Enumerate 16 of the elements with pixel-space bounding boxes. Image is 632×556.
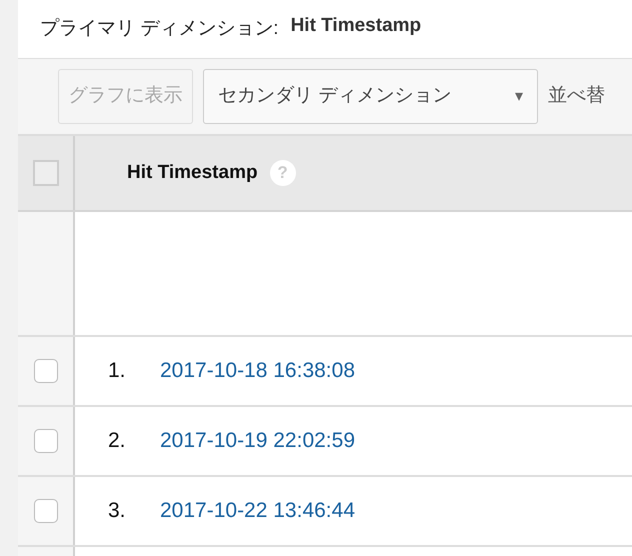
timestamp-link[interactable]: 2017-10-22 13:46:44 — [160, 495, 355, 527]
row-number: 2. — [108, 428, 127, 454]
column-header[interactable]: Hit Timestamp — [127, 158, 258, 188]
caret-icon: ▾ — [515, 84, 523, 108]
timestamp-link[interactable]: 2017-10-18 16:38:08 — [160, 355, 355, 387]
row-number: 1. — [108, 358, 127, 384]
secondary-dimension-dropdown[interactable]: セカンダリ ディメンション ▾ — [203, 69, 538, 124]
dimension-value[interactable]: Hit Timestamp — [290, 12, 422, 40]
row-checkbox[interactable] — [34, 499, 58, 523]
select-all-checkbox[interactable] — [32, 160, 58, 186]
dimension-label: プライマリ ディメンション: — [40, 16, 279, 41]
row-checkbox[interactable] — [34, 429, 58, 453]
sort-label: 並べ替 — [548, 84, 605, 108]
row-number: 3. — [108, 498, 127, 524]
row-checkbox[interactable] — [34, 359, 58, 383]
timestamp-link[interactable]: 2017-10-19 22:02:59 — [160, 425, 355, 457]
